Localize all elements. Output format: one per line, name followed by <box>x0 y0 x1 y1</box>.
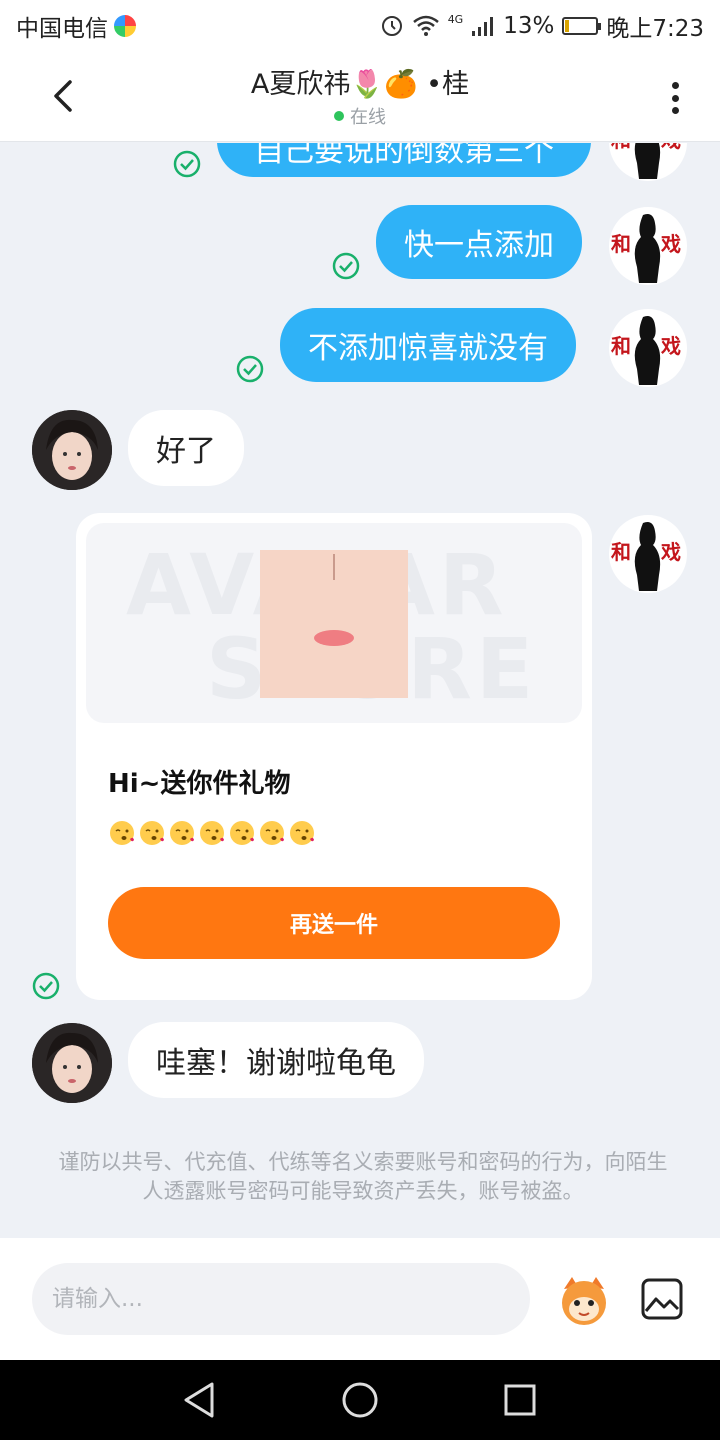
kiss-emoji-icon <box>198 819 226 847</box>
chat-area[interactable]: 自己要说的倒数第三个 和戏 快一点添加 和戏 不添加惊喜就没有 和戏 好了 和戏… <box>0 143 720 1238</box>
kiss-emoji-icon <box>228 819 256 847</box>
message-text: 自己要说的倒数第三个 <box>254 143 554 169</box>
my-avatar[interactable]: 和戏 <box>609 207 687 285</box>
chat-header: A夏欣祎🌷🍊 •桂 在线 <box>0 52 720 142</box>
my-avatar[interactable]: 和戏 <box>609 309 687 387</box>
system-navigation-bar <box>0 1360 720 1440</box>
svg-text:戏: 戏 <box>660 143 681 152</box>
silhouette-icon: 和戏 <box>611 316 681 385</box>
battery-percent: 13% <box>503 13 555 39</box>
image-picker-icon[interactable] <box>640 1277 684 1321</box>
portrait-icon <box>32 1023 112 1103</box>
message-text: 好了 <box>156 434 216 469</box>
my-avatar[interactable]: 和戏 <box>609 143 687 181</box>
back-triangle-icon[interactable] <box>178 1378 222 1422</box>
input-bar <box>0 1238 720 1360</box>
svg-text:和: 和 <box>611 334 631 358</box>
contact-avatar[interactable] <box>32 410 112 490</box>
gift-emoji-row <box>108 819 316 847</box>
signal-icon <box>472 17 494 36</box>
battery-icon <box>562 17 602 35</box>
security-notice: 谨防以共号、代充值、代练等名义索要账号和密码的行为，向陌生人透露账号密码可能导致… <box>58 1150 668 1203</box>
portrait-icon <box>32 410 112 490</box>
status-left: 中国电信 <box>16 9 136 43</box>
read-check-icon <box>332 252 360 280</box>
silhouette-icon: 和戏 <box>611 522 681 591</box>
contact-avatar[interactable] <box>32 1023 112 1103</box>
incoming-message[interactable]: 哇塞！谢谢啦龟龟 <box>128 1022 424 1098</box>
kiss-emoji-icon <box>288 819 316 847</box>
svg-text:戏: 戏 <box>660 540 681 564</box>
gift-title: Hi~送你件礼物 <box>108 769 291 799</box>
kiss-emoji-icon <box>138 819 166 847</box>
data-saver-icon <box>381 16 402 36</box>
message-input[interactable] <box>32 1263 530 1335</box>
online-dot-icon <box>334 111 344 121</box>
sticker-mascot-icon[interactable] <box>556 1273 612 1329</box>
more-options-icon[interactable] <box>660 78 690 118</box>
message-text: 不添加惊喜就没有 <box>308 331 548 366</box>
title-wrap: A夏欣祎🌷🍊 •桂 在线 <box>0 62 720 129</box>
kiss-emoji-icon <box>108 819 136 847</box>
svg-text:和: 和 <box>611 232 631 256</box>
message-text: 哇塞！谢谢啦龟龟 <box>156 1046 396 1081</box>
gift-preview: AVATAR STORE <box>86 523 582 723</box>
outgoing-message[interactable]: 自己要说的倒数第三个 <box>217 143 591 177</box>
status-right: 4G 13% 晚上7:23 <box>380 9 704 43</box>
message-text: 快一点添加 <box>404 228 554 263</box>
outgoing-message[interactable]: 快一点添加 <box>376 205 582 279</box>
network-type-label: 4G <box>447 13 464 26</box>
read-check-icon <box>236 355 264 383</box>
carrier-logo-icon <box>114 15 136 37</box>
gift-item-image <box>260 550 408 698</box>
home-circle-icon[interactable] <box>338 1378 382 1422</box>
clock: 晚上7:23 <box>606 16 704 42</box>
online-status-label: 在线 <box>350 107 386 128</box>
read-check-icon <box>173 150 201 178</box>
online-status: 在线 <box>0 103 720 129</box>
send-another-gift-button[interactable]: 再送一件 <box>108 887 560 959</box>
svg-text:和: 和 <box>611 540 631 564</box>
contact-name: A夏欣祎🌷🍊 •桂 <box>250 69 470 100</box>
gift-card[interactable]: AVATAR STORE Hi~送你件礼物 再送一件 <box>76 513 592 1000</box>
outgoing-message[interactable]: 不添加惊喜就没有 <box>280 308 576 382</box>
wifi-icon <box>412 15 439 36</box>
my-avatar[interactable]: 和戏 <box>609 515 687 593</box>
status-bar: 中国电信 4G 13% 晚上7:23 <box>0 0 720 52</box>
kiss-emoji-icon <box>258 819 286 847</box>
battery-fill <box>565 20 570 32</box>
incoming-message[interactable]: 好了 <box>128 410 244 486</box>
svg-text:和: 和 <box>611 143 631 152</box>
svg-text:戏: 戏 <box>660 334 681 358</box>
read-check-icon <box>32 972 60 1000</box>
silhouette-icon: 和戏 <box>611 214 681 283</box>
recents-square-icon[interactable] <box>498 1378 542 1422</box>
svg-text:戏: 戏 <box>660 232 681 256</box>
silhouette-icon: 和戏 <box>611 143 681 179</box>
kiss-emoji-icon <box>168 819 196 847</box>
send-another-gift-label: 再送一件 <box>289 913 378 938</box>
carrier-label: 中国电信 <box>16 16 108 42</box>
